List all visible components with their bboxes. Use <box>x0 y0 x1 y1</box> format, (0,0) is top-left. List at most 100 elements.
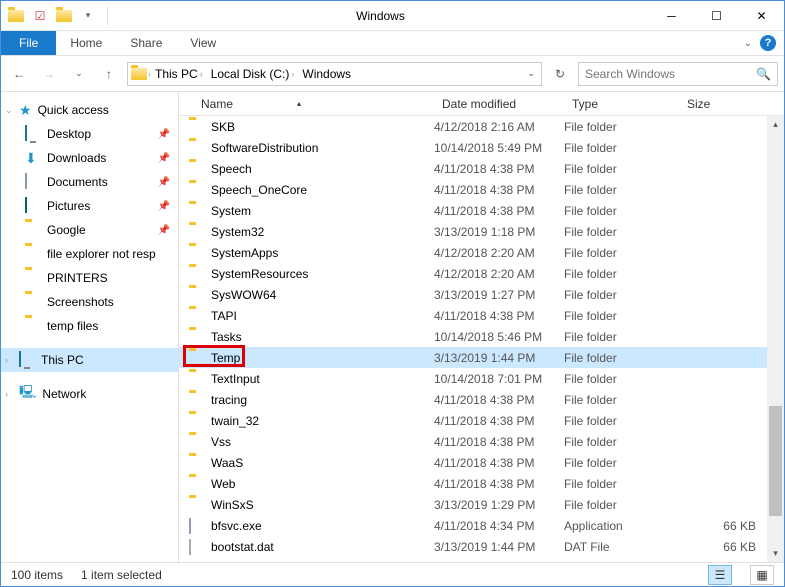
file-row[interactable]: Web4/11/2018 4:38 PMFile folder <box>179 473 784 494</box>
maximize-button[interactable]: ☐ <box>694 1 739 30</box>
folder-icon <box>189 162 205 176</box>
sidebar-item[interactable]: temp files <box>1 314 178 338</box>
share-tab[interactable]: Share <box>116 31 176 55</box>
file-row[interactable]: TAPI4/11/2018 4:38 PMFile folder <box>179 305 784 326</box>
folder-icon <box>25 294 41 310</box>
refresh-button[interactable]: ↻ <box>548 62 572 86</box>
folder-icon <box>189 225 205 239</box>
file-row[interactable]: Speech4/11/2018 4:38 PMFile folder <box>179 158 784 179</box>
vertical-scrollbar[interactable]: ▴ ▾ <box>767 116 784 562</box>
file-tab[interactable]: File <box>1 31 56 55</box>
file-type: File folder <box>564 456 679 470</box>
up-button[interactable]: ↑ <box>97 62 121 86</box>
sidebar-item[interactable]: Documents📌 <box>1 170 178 194</box>
file-name: Temp <box>211 351 240 365</box>
view-tab[interactable]: View <box>176 31 230 55</box>
scroll-up-icon[interactable]: ▴ <box>767 116 784 133</box>
file-name: tracing <box>211 393 247 407</box>
file-row[interactable]: tracing4/11/2018 4:38 PMFile folder <box>179 389 784 410</box>
breadcrumb-segment[interactable]: This PC › <box>151 67 207 81</box>
file-type: Application <box>564 519 679 533</box>
navigation-pane: ⌄ ★ Quick access Desktop📌⬇Downloads📌Docu… <box>1 92 179 562</box>
file-row[interactable]: Temp3/13/2019 1:44 PMFile folder <box>179 347 784 368</box>
back-button[interactable]: ← <box>7 62 31 86</box>
file-row[interactable]: WaaS4/11/2018 4:38 PMFile folder <box>179 452 784 473</box>
folder-icon <box>189 141 205 155</box>
sidebar-this-pc[interactable]: › This PC <box>1 348 178 372</box>
file-name: TAPI <box>211 309 237 323</box>
help-icon[interactable]: ? <box>760 35 776 51</box>
sidebar-item[interactable]: Screenshots <box>1 290 178 314</box>
file-row[interactable]: Vss4/11/2018 4:38 PMFile folder <box>179 431 784 452</box>
file-type: File folder <box>564 309 679 323</box>
file-type: File folder <box>564 225 679 239</box>
file-row[interactable]: System323/13/2019 1:18 PMFile folder <box>179 221 784 242</box>
file-name: TextInput <box>211 372 260 386</box>
file-row[interactable]: SysWOW643/13/2019 1:27 PMFile folder <box>179 284 784 305</box>
file-row[interactable]: bfsvc.exe4/11/2018 4:34 PMApplication66 … <box>179 515 784 536</box>
column-size[interactable]: Size <box>679 97 784 111</box>
file-row[interactable]: Tasks10/14/2018 5:46 PMFile folder <box>179 326 784 347</box>
pc-icon <box>19 352 35 368</box>
new-folder-icon[interactable] <box>53 5 75 27</box>
breadcrumb-segment[interactable]: Local Disk (C:) › <box>207 67 299 81</box>
file-row[interactable]: TextInput10/14/2018 7:01 PMFile folder <box>179 368 784 389</box>
scroll-down-icon[interactable]: ▾ <box>767 545 784 562</box>
large-icons-view-button[interactable]: ▦ <box>750 565 774 585</box>
qat-dropdown-icon[interactable]: ▾ <box>77 5 99 27</box>
file-row[interactable]: twain_324/11/2018 4:38 PMFile folder <box>179 410 784 431</box>
home-tab[interactable]: Home <box>56 31 116 55</box>
file-row[interactable]: Speech_OneCore4/11/2018 4:38 PMFile fold… <box>179 179 784 200</box>
chevron-down-icon[interactable]: ⌄ <box>5 105 13 116</box>
star-icon: ★ <box>19 102 32 119</box>
sidebar-item[interactable]: Pictures📌 <box>1 194 178 218</box>
folder-icon <box>25 246 41 262</box>
sidebar-item[interactable]: Desktop📌 <box>1 122 178 146</box>
properties-icon[interactable]: ☑ <box>29 5 51 27</box>
file-row[interactable]: SoftwareDistribution10/14/2018 5:49 PMFi… <box>179 137 784 158</box>
search-input[interactable] <box>585 67 756 81</box>
sidebar-item[interactable]: ⬇Downloads📌 <box>1 146 178 170</box>
sidebar-item[interactable]: file explorer not resp <box>1 242 178 266</box>
breadcrumb-segment[interactable]: Windows <box>298 67 355 81</box>
forward-button[interactable]: → <box>37 62 61 86</box>
recent-locations-icon[interactable]: ⌄ <box>67 62 91 86</box>
file-type: File folder <box>564 162 679 176</box>
details-view-button[interactable]: ☰ <box>708 565 732 585</box>
file-name: SystemApps <box>211 246 278 260</box>
search-icon[interactable]: 🔍 <box>756 67 771 81</box>
file-row[interactable]: bootstat.dat3/13/2019 1:44 PMDAT File66 … <box>179 536 784 557</box>
file-name: Vss <box>211 435 231 449</box>
file-row[interactable]: WinSxS3/13/2019 1:29 PMFile folder <box>179 494 784 515</box>
close-button[interactable]: ✕ <box>739 1 784 30</box>
file-list[interactable]: SKB4/12/2018 2:16 AMFile folderSoftwareD… <box>179 116 784 562</box>
folder-icon <box>5 5 27 27</box>
file-type: File folder <box>564 498 679 512</box>
file-row[interactable]: System4/11/2018 4:38 PMFile folder <box>179 200 784 221</box>
column-name[interactable]: Name ▴ <box>179 97 434 111</box>
sidebar-item[interactable]: PRINTERS <box>1 266 178 290</box>
address-dropdown-icon[interactable]: ⌄ <box>527 68 535 79</box>
file-row[interactable]: SKB4/12/2018 2:16 AMFile folder <box>179 116 784 137</box>
file-date: 3/13/2019 1:44 PM <box>434 540 564 554</box>
file-date: 4/11/2018 4:38 PM <box>434 162 564 176</box>
ribbon-expand-icon[interactable]: ⌄ <box>744 38 752 49</box>
column-date-modified[interactable]: Date modified <box>434 97 564 111</box>
sidebar-item[interactable]: Google📌 <box>1 218 178 242</box>
scroll-thumb[interactable] <box>769 406 782 516</box>
title-bar: ☑ ▾ Windows ─ ☐ ✕ <box>1 1 784 31</box>
file-row[interactable]: SystemResources4/12/2018 2:20 AMFile fol… <box>179 263 784 284</box>
search-box[interactable]: 🔍 <box>578 62 778 86</box>
chevron-right-icon[interactable]: › <box>5 355 8 365</box>
address-bar[interactable]: › This PC › Local Disk (C:) › Windows ⌄ <box>127 62 542 86</box>
sidebar-quick-access[interactable]: ⌄ ★ Quick access <box>1 98 178 122</box>
minimize-button[interactable]: ─ <box>649 1 694 30</box>
column-type[interactable]: Type <box>564 97 679 111</box>
chevron-right-icon[interactable]: › <box>5 389 8 399</box>
sidebar-network[interactable]: › 🖳 Network <box>1 382 178 406</box>
file-date: 10/14/2018 7:01 PM <box>434 372 564 386</box>
file-row[interactable]: SystemApps4/12/2018 2:20 AMFile folder <box>179 242 784 263</box>
navigation-bar: ← → ⌄ ↑ › This PC › Local Disk (C:) › Wi… <box>1 56 784 92</box>
sidebar-item-label: Desktop <box>47 127 91 141</box>
sidebar-item-label: temp files <box>47 319 98 333</box>
